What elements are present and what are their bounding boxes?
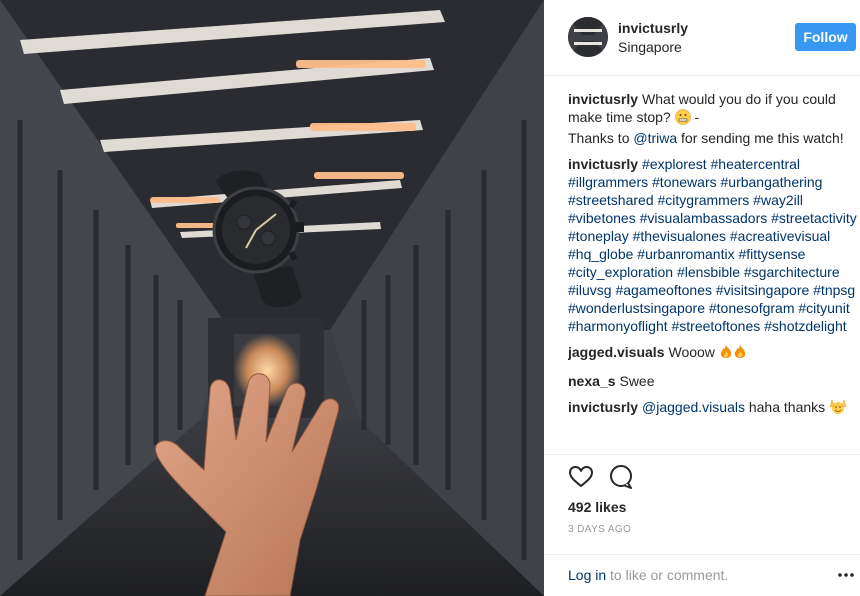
comment-bubble-icon[interactable] [608,464,634,490]
raised-hands-emoji-icon [829,399,847,419]
photo-image [0,0,544,596]
comment-hashtags: invictusrly #explorest #heatercentral #il… [568,155,858,335]
comment-author[interactable]: invictusrly [568,156,638,172]
comment-caption: invictusrly What would you do if you coul… [568,90,858,147]
login-suffix: to like or comment. [606,567,729,583]
more-options-icon[interactable] [836,565,856,585]
mention-link[interactable]: @triwa [633,130,677,146]
comment-text: haha thanks [744,399,826,415]
likes-count[interactable]: 492 likes [568,499,626,515]
comments-list: invictusrly What would you do if you coul… [568,90,858,454]
header-username[interactable]: invictusrly [618,20,688,36]
grimacing-face-emoji-icon [674,109,691,129]
post-side-panel: invictusrly Singapore Follow invictusrly… [544,0,860,596]
comment-nexa-s: nexa_s Swee [568,372,858,390]
comment-reply: invictusrly @jagged.visuals haha thanks [568,398,858,419]
caption-line-2-text: Thanks to [568,130,634,146]
caption-line-2: Thanks to @triwa for sending me this wat… [568,129,858,147]
mention-link[interactable]: @jagged.visuals [642,399,745,415]
post-timestamp: 3 DAYS AGO [568,524,632,535]
login-link[interactable]: Log in [568,567,606,583]
post-photo[interactable] [0,0,544,596]
post-header: invictusrly Singapore Follow [544,0,860,76]
comment-author[interactable]: jagged.visuals [568,344,664,360]
follow-button[interactable]: Follow [795,23,856,51]
comment-text: Swee [619,373,655,389]
comment-author[interactable]: invictusrly [568,399,638,415]
comment-text: Wooow [668,344,715,360]
avatar-image [568,17,608,57]
hashtags-text[interactable]: #explorest #heatercentral #illgrammers #… [568,156,857,334]
comment-author[interactable]: invictusrly [568,91,638,107]
fire-emoji-icon [719,344,749,364]
post-actions: 492 likes 3 DAYS AGO [544,454,860,554]
comment-jagged-visuals: jagged.visuals Wooow [568,343,858,364]
heart-icon[interactable] [568,464,594,490]
caption-line-1-suffix: - [690,109,700,125]
login-prompt: Log in to like or comment. [568,567,728,583]
post-footer: Log in to like or comment. [544,554,860,596]
header-location[interactable]: Singapore [618,39,682,55]
avatar[interactable] [568,17,608,57]
caption-line-2-suffix: for sending me this watch! [677,130,844,146]
comment-author[interactable]: nexa_s [568,373,615,389]
